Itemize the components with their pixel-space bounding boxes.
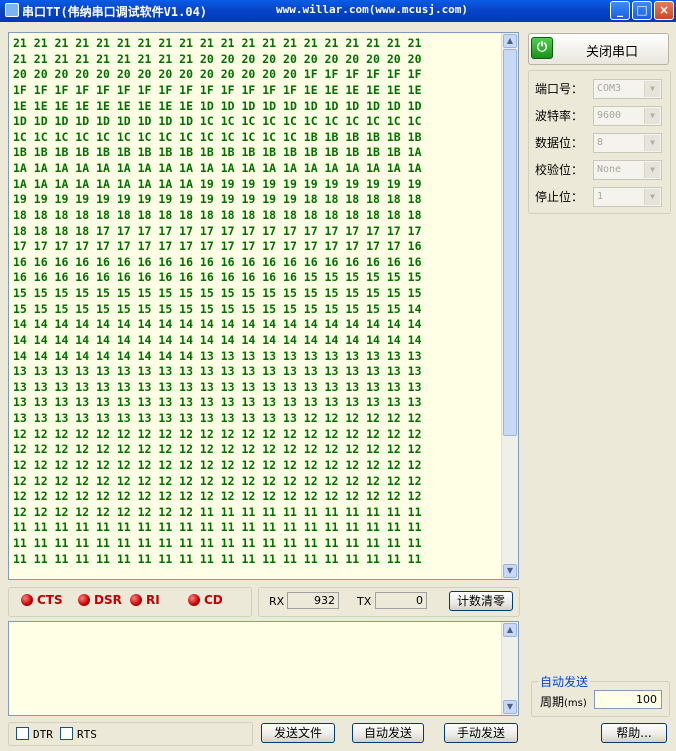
led-icon	[130, 594, 142, 606]
scroll-down-icon[interactable]: ▼	[503, 564, 517, 578]
send-file-button[interactable]: 发送文件	[261, 723, 335, 743]
checkbox-icon	[60, 727, 73, 740]
help-button[interactable]: 帮助...	[601, 723, 667, 743]
title-bar[interactable]: 串口TT(伟纳串口调试软件V1.04) www.willar.com(www.m…	[0, 0, 676, 22]
databits-label: 数据位：	[535, 136, 584, 150]
receive-area[interactable]: 21 21 21 21 21 21 21 21 21 21 21 21 21 2…	[8, 32, 519, 580]
signal-cd: CD	[188, 593, 223, 609]
clear-count-button[interactable]: 计数清零	[449, 591, 513, 611]
baud-label: 波特率：	[535, 109, 584, 123]
scroll-up-icon[interactable]: ▲	[503, 623, 517, 637]
led-icon	[21, 594, 33, 606]
auto-send-group-title: 自动发送	[538, 673, 591, 690]
parity-label: 校验位：	[535, 163, 584, 177]
rx-count: 932	[287, 592, 339, 609]
auto-send-button[interactable]: 自动发送	[352, 723, 424, 743]
window-url: www.willar.com(www.mcusj.com)	[276, 3, 469, 16]
maximize-button[interactable]: □	[632, 1, 652, 20]
scroll-up-icon[interactable]: ▲	[503, 34, 517, 48]
led-icon	[78, 594, 90, 606]
rts-checkbox[interactable]: RTS	[60, 727, 97, 741]
signal-dsr: DSR	[78, 593, 122, 609]
tx-count: 0	[375, 592, 427, 609]
checkbox-icon	[16, 727, 29, 740]
manual-send-button[interactable]: 手动发送	[444, 723, 518, 743]
tx-label: TX	[357, 595, 372, 608]
chevron-down-icon[interactable]: ▼	[644, 162, 660, 178]
scroll-thumb[interactable]	[503, 49, 517, 436]
minimize-button[interactable]: _	[610, 1, 630, 20]
period-input[interactable]: 100	[594, 690, 662, 709]
dtr-checkbox[interactable]: DTR	[16, 727, 53, 741]
signal-ri: RI	[130, 593, 160, 609]
receive-text: 21 21 21 21 21 21 21 21 21 21 21 21 21 2…	[13, 36, 422, 566]
rx-label: RX	[269, 595, 285, 608]
power-icon: ⏻	[531, 37, 553, 59]
app-icon	[5, 3, 19, 17]
close-button[interactable]: ×	[654, 1, 674, 20]
signal-cts: CTS	[21, 593, 63, 609]
send-scrollbar[interactable]: ▲ ▼	[501, 622, 518, 715]
led-icon	[188, 594, 200, 606]
window-title: 串口TT(伟纳串口调试软件V1.04)	[22, 5, 208, 19]
toggle-port-label: 关闭串口	[586, 45, 639, 60]
scroll-down-icon[interactable]: ▼	[503, 700, 517, 714]
chevron-down-icon[interactable]: ▼	[644, 81, 660, 97]
chevron-down-icon[interactable]: ▼	[644, 189, 660, 205]
databits-select[interactable]: 8 ▼	[593, 133, 662, 153]
stopbits-label: 停止位：	[535, 190, 584, 204]
send-area[interactable]: ▲ ▼	[8, 621, 519, 716]
parity-select[interactable]: None ▼	[593, 160, 662, 180]
period-label: 周期(ms)	[540, 695, 587, 709]
chevron-down-icon[interactable]: ▼	[644, 135, 660, 151]
stopbits-select[interactable]: 1 ▼	[593, 187, 662, 207]
chevron-down-icon[interactable]: ▼	[644, 108, 660, 124]
receive-scrollbar[interactable]: ▲ ▼	[501, 33, 518, 579]
port-label: 端口号：	[535, 82, 584, 96]
baud-select[interactable]: 9600 ▼	[593, 106, 662, 126]
port-select[interactable]: COM3 ▼	[593, 79, 662, 99]
